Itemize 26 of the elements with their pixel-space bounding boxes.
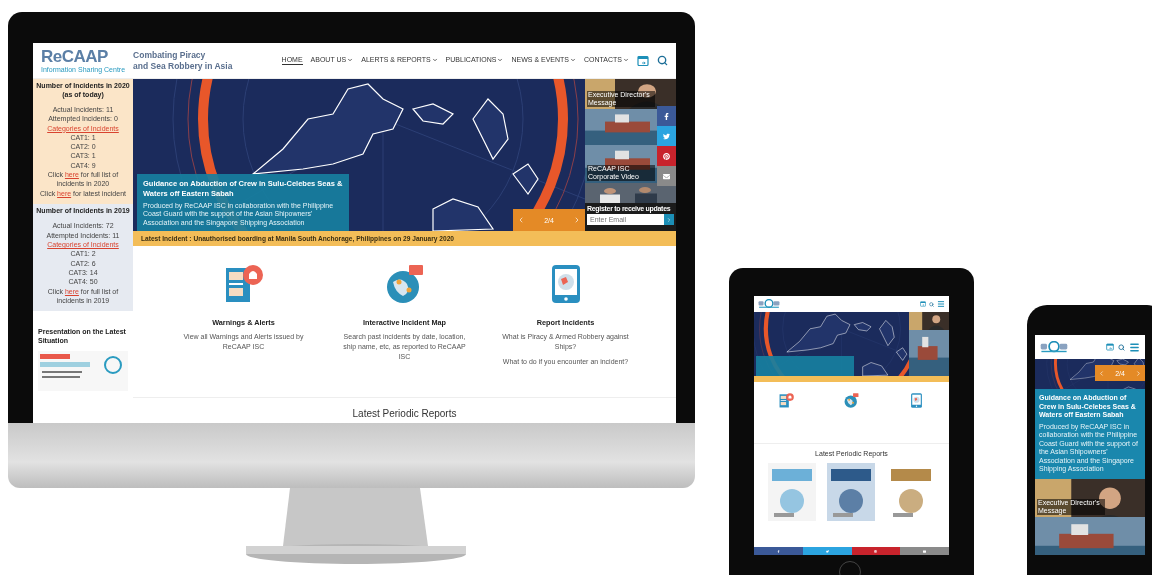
tablet-globe-icon [908, 392, 925, 409]
logo-icon[interactable] [758, 299, 780, 309]
envelope-icon [923, 549, 927, 553]
menu-icon[interactable] [1129, 341, 1140, 353]
bird-icon [663, 132, 670, 140]
pinterest-icon [874, 549, 878, 553]
section-title: Latest Periodic Reports [351, 408, 458, 419]
search-icon[interactable] [657, 55, 668, 66]
document-bell-icon [778, 392, 795, 409]
calendar-icon[interactable] [1106, 343, 1114, 351]
site-tagline: Combating Piracy and Sea Robbery in Asia [133, 49, 233, 72]
facebook-icon [663, 112, 670, 120]
search-icon[interactable] [1118, 343, 1125, 351]
logo-wordmark[interactable]: ReCAAP [41, 48, 108, 66]
calendar-icon[interactable] [920, 301, 926, 307]
bird-icon [825, 549, 829, 553]
share-button[interactable] [657, 126, 676, 146]
submit-button[interactable] [664, 214, 674, 225]
logo-icon[interactable] [1040, 340, 1068, 354]
search-icon[interactable] [929, 301, 934, 307]
globe-icon [843, 392, 860, 409]
calendar-icon[interactable] [637, 54, 649, 67]
share-button[interactable] [657, 106, 676, 126]
menu-icon[interactable] [937, 300, 945, 308]
previous-icon[interactable] [1098, 369, 1105, 377]
next-icon[interactable] [1135, 369, 1142, 377]
